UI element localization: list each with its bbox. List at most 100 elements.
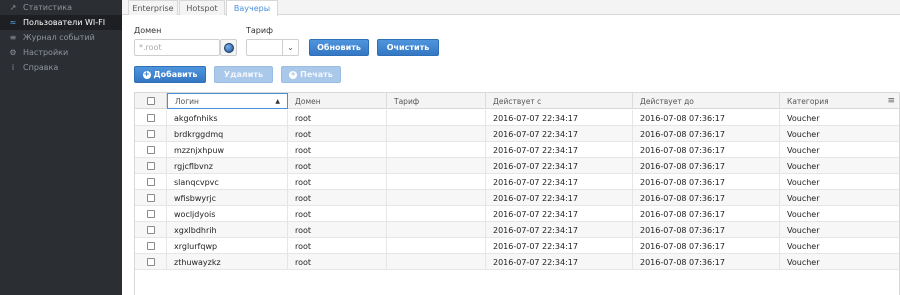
refresh-button[interactable]: Обновить <box>309 39 369 56</box>
tariff-cell <box>387 174 486 190</box>
delete-button[interactable]: Удалить <box>214 66 273 83</box>
table-row[interactable]: wfisbwyrjc root 2016-07-07 22:34:17 2016-07… <box>135 190 899 206</box>
chevron-down-icon: ⌄ <box>282 40 298 55</box>
add-button-label: Добавить <box>153 70 198 79</box>
table-row[interactable]: wocljdyois root 2016-07-07 22:34:17 2016-07… <box>135 206 899 222</box>
category-cell: Voucher <box>787 161 820 171</box>
tab-bar: Enterprise Hotspot Ваучеры <box>122 0 900 16</box>
sidebar: ↗ Статистика ≈ Пользователи WI-FI ≡ Журн… <box>0 0 122 295</box>
row-checkbox[interactable] <box>146 114 155 122</box>
row-checkbox[interactable] <box>146 242 155 250</box>
table-row[interactable]: brdkrggdmq root 2016-07-07 22:34:17 2016-07… <box>135 126 899 142</box>
sidebar-item-help[interactable]: i Справка <box>0 60 122 75</box>
sidebar-item-settings[interactable]: ⚙ Настройки <box>0 45 122 60</box>
sidebar-item-label: Статистика <box>23 3 72 12</box>
row-select-cell <box>135 238 167 254</box>
column-header-valid-from[interactable]: Действует с <box>486 93 633 109</box>
valid-from-cell: 2016-07-07 22:34:17 <box>486 206 633 222</box>
valid-from-cell: 2016-07-07 22:34:17 <box>486 190 633 206</box>
valid-to-cell: 2016-07-08 07:36:17 <box>633 190 780 206</box>
row-checkbox[interactable] <box>146 194 155 202</box>
valid-to-cell: 2016-07-08 07:36:17 <box>633 158 780 174</box>
domain-cell: root <box>288 142 387 158</box>
tariff-cell <box>387 238 486 254</box>
login-cell: xrglurfqwp <box>167 238 288 254</box>
column-header-category[interactable]: Категория <box>780 93 900 109</box>
tab-hotspot[interactable]: Hotspot <box>179 0 225 15</box>
domain-cell: root <box>288 222 387 238</box>
valid-from-cell: 2016-07-07 22:34:17 <box>486 238 633 254</box>
wifi-icon: ≈ <box>9 18 17 27</box>
tariff-cell <box>387 254 486 270</box>
print-button-label: Печать <box>300 70 333 79</box>
table-header: Логин ▲ Домен Тариф Действует с Действуе… <box>135 93 899 109</box>
domain-cell: root <box>288 238 387 254</box>
column-header-login[interactable]: Логин ▲ <box>167 93 288 109</box>
row-checkbox[interactable] <box>146 226 155 234</box>
row-checkbox[interactable] <box>146 146 155 154</box>
table-row[interactable]: xrglurfqwp root 2016-07-07 22:34:17 2016-07… <box>135 238 899 254</box>
login-cell: xgxlbdhrih <box>167 222 288 238</box>
add-button[interactable]: + Добавить <box>134 66 206 83</box>
table-row[interactable]: mzznjxhpuw root 2016-07-07 22:34:17 2016-07… <box>135 142 899 158</box>
valid-to-cell: 2016-07-08 07:36:17 <box>633 238 780 254</box>
category-cell: Voucher <box>787 145 820 155</box>
sidebar-item-wifi-users[interactable]: ≈ Пользователи WI-FI <box>0 15 122 30</box>
column-header-domain[interactable]: Домен <box>288 93 387 109</box>
login-cell: wocljdyois <box>167 206 288 222</box>
vouchers-table: Логин ▲ Домен Тариф Действует с Действуе… <box>134 92 900 295</box>
login-cell: zthuwayzkz <box>167 254 288 270</box>
row-select-cell <box>135 190 167 206</box>
column-header-tariff[interactable]: Тариф <box>387 93 486 109</box>
info-icon: i <box>11 63 15 72</box>
tariff-cell <box>387 190 486 206</box>
sidebar-item-statistics[interactable]: ↗ Статистика <box>0 0 122 15</box>
valid-from-cell: 2016-07-07 22:34:17 <box>486 222 633 238</box>
sidebar-item-label: Справка <box>23 63 59 72</box>
tariff-cell <box>387 110 486 126</box>
column-header-valid-to[interactable]: Действует до <box>633 93 780 109</box>
login-cell: wfisbwyrjc <box>167 190 288 206</box>
login-cell: mzznjxhpuw <box>167 142 288 158</box>
valid-from-cell: 2016-07-07 22:34:17 <box>486 126 633 142</box>
select-all-checkbox[interactable] <box>146 97 155 105</box>
login-cell: slanqcvpvc <box>167 174 288 190</box>
column-menu-icon[interactable]: ≡ <box>887 96 895 106</box>
valid-from-cell: 2016-07-07 22:34:17 <box>486 158 633 174</box>
chart-icon: ↗ <box>9 3 17 12</box>
clear-button[interactable]: Очистить <box>377 39 439 56</box>
tariff-select[interactable]: ⌄ <box>246 39 299 56</box>
row-checkbox[interactable] <box>146 258 155 266</box>
row-checkbox[interactable] <box>146 178 155 186</box>
table-row[interactable]: slanqcvpvc root 2016-07-07 22:34:17 2016-07… <box>135 174 899 190</box>
category-cell: Voucher <box>787 193 820 203</box>
login-cell: brdkrggdmq <box>167 126 288 142</box>
row-select-cell <box>135 142 167 158</box>
row-checkbox[interactable] <box>146 210 155 218</box>
valid-to-cell: 2016-07-08 07:36:17 <box>633 142 780 158</box>
domain-cell: root <box>288 174 387 190</box>
tariff-cell <box>387 158 486 174</box>
row-select-cell <box>135 174 167 190</box>
table-row[interactable]: xgxlbdhrih root 2016-07-07 22:34:17 2016-07… <box>135 222 899 238</box>
table-row[interactable]: rgjcflbvnz root 2016-07-07 22:34:17 2016-07… <box>135 158 899 174</box>
domain-cell: root <box>288 206 387 222</box>
row-checkbox[interactable] <box>146 130 155 138</box>
table-row[interactable]: akgofnhiks root 2016-07-07 22:34:17 2016-07… <box>135 110 899 126</box>
sidebar-item-event-log[interactable]: ≡ Журнал событий <box>0 30 122 45</box>
tab-enterprise[interactable]: Enterprise <box>128 0 178 15</box>
print-button[interactable]: + Печать <box>281 66 341 83</box>
main-panel: Enterprise Hotspot Ваучеры Домен *.root … <box>122 0 900 295</box>
domain-picker-button[interactable] <box>220 39 237 56</box>
domain-input[interactable]: *.root <box>134 39 220 56</box>
table-row[interactable]: zthuwayzkz root 2016-07-07 22:34:17 2016-07… <box>135 254 899 270</box>
row-checkbox[interactable] <box>146 162 155 170</box>
valid-to-cell: 2016-07-08 07:36:17 <box>633 174 780 190</box>
domain-cell: root <box>288 110 387 126</box>
tariff-cell <box>387 126 486 142</box>
tab-vouchers[interactable]: Ваучеры <box>226 0 278 16</box>
valid-from-cell: 2016-07-07 22:34:17 <box>486 254 633 270</box>
tariff-label: Тариф <box>246 26 273 35</box>
gear-icon: ⚙ <box>9 48 17 57</box>
list-icon: ≡ <box>9 33 17 42</box>
